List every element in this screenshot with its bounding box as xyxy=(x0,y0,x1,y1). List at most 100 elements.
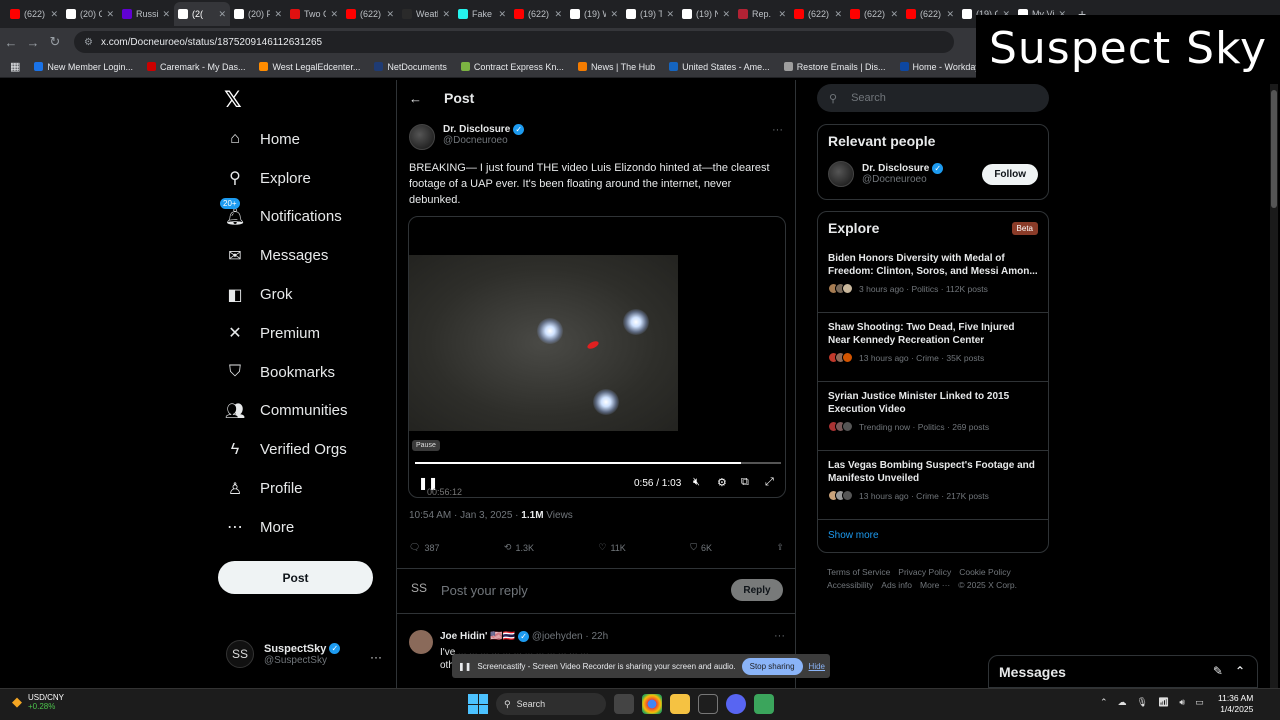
reply-button[interactable]: Reply xyxy=(731,579,783,601)
account-more-icon[interactable]: ··· xyxy=(370,650,382,664)
browser-tab[interactable]: (19) W ✕ xyxy=(566,2,622,26)
video-progress-bar[interactable] xyxy=(415,462,781,464)
close-tab-icon[interactable]: ✕ xyxy=(890,9,898,20)
close-tab-icon[interactable]: ✕ xyxy=(162,9,170,20)
nav-item-verified-orgs[interactable]: ϟ Verified Orgs xyxy=(218,430,398,469)
reply-input[interactable]: Post your reply xyxy=(441,583,528,598)
trend-item[interactable]: Syrian Justice Minister Linked to 2015 E… xyxy=(818,382,1048,451)
address-bar[interactable]: ⚙ x.com/Docneuroeo/status/18752091461126… xyxy=(74,31,954,53)
browser-tab[interactable]: (622) T ✕ xyxy=(510,2,566,26)
close-tab-icon[interactable]: ✕ xyxy=(106,9,114,20)
nav-item-profile[interactable]: ♙ Profile xyxy=(218,469,398,508)
vpn-icon[interactable] xyxy=(754,694,774,714)
browser-tab[interactable]: (622) H ✕ xyxy=(6,2,62,26)
x-logo-icon[interactable]: 𝕏 xyxy=(224,87,242,113)
post-timestamp[interactable]: 10:54 AM · Jan 3, 2025 · xyxy=(409,510,521,521)
trend-item[interactable]: Biden Honors Diversity with Medal of Fre… xyxy=(818,244,1048,313)
close-tab-icon[interactable]: ✕ xyxy=(442,9,450,20)
close-tab-icon[interactable]: ✕ xyxy=(50,9,58,20)
nav-item-messages[interactable]: ✉ Messages xyxy=(218,236,398,275)
nav-item-grok[interactable]: ◧ Grok xyxy=(218,275,398,314)
browser-tab[interactable]: (2(✕ xyxy=(174,2,230,26)
close-tab-icon[interactable]: ✕ xyxy=(778,9,786,20)
windows-start-icon[interactable] xyxy=(468,694,488,714)
nav-item-explore[interactable]: ⚲ Explore xyxy=(218,159,398,198)
scrollbar-thumb[interactable] xyxy=(1271,90,1277,208)
discord-icon[interactable] xyxy=(726,694,746,714)
person-avatar[interactable] xyxy=(828,161,854,187)
reply-author-name[interactable]: Joe Hidin' 🇺🇸🇹🇭 xyxy=(440,631,515,642)
apps-grid-icon[interactable]: ▦ xyxy=(10,60,20,73)
new-message-icon[interactable]: ✎ xyxy=(1213,664,1223,678)
video-player[interactable]: Pause ❚❚ 00:56:12 0:56 / 1:03 🔇︎ ⚙ ⧉ ⤢ xyxy=(408,216,786,498)
pip-icon[interactable]: ⧉ xyxy=(741,476,749,489)
system-clock[interactable]: 11:36 AM 1/4/2025 xyxy=(1218,693,1253,715)
video-frame[interactable] xyxy=(409,255,678,431)
nav-item-home[interactable]: ⌂ Home xyxy=(218,120,398,159)
site-info-icon[interactable]: ⚙ xyxy=(84,37,93,48)
close-tab-icon[interactable]: ✕ xyxy=(610,9,618,20)
task-view-icon[interactable] xyxy=(614,694,634,714)
stop-sharing-button[interactable]: Stop sharing xyxy=(741,657,803,675)
mute-icon[interactable]: 🔇︎ xyxy=(693,476,700,489)
reload-icon[interactable]: ↻ xyxy=(44,34,66,50)
file-explorer-icon[interactable] xyxy=(670,694,690,714)
nav-item-more[interactable]: ⋯ More xyxy=(218,508,398,547)
cloud-icon[interactable]: ☁ xyxy=(1118,697,1127,708)
follow-button[interactable]: Follow xyxy=(982,163,1038,185)
bookmark-item[interactable]: Restore Emails | Dis... xyxy=(783,62,886,72)
footer-link[interactable]: Accessibility xyxy=(827,580,873,590)
person-name[interactable]: Dr. Disclosure xyxy=(862,163,929,174)
close-tab-icon[interactable]: ✕ xyxy=(554,9,562,20)
footer-link[interactable]: Ads info xyxy=(881,580,912,590)
browser-tab[interactable]: (622) H ✕ xyxy=(902,2,958,26)
expand-chevron-icon[interactable]: ⌃ xyxy=(1235,664,1245,678)
relevant-person[interactable]: Dr. Disclosure ✓ @Docneuroeo Follow xyxy=(818,157,1048,191)
fullscreen-icon[interactable]: ⤢ xyxy=(765,476,774,489)
close-tab-icon[interactable]: ✕ xyxy=(722,9,730,20)
close-tab-icon[interactable]: ✕ xyxy=(834,9,842,20)
battery-icon[interactable]: ▭ xyxy=(1195,697,1204,708)
browser-tab[interactable]: Two Cl✕ xyxy=(286,2,342,26)
show-more-link[interactable]: Show more xyxy=(818,520,1048,551)
close-tab-icon[interactable]: ✕ xyxy=(274,9,282,20)
taskbar-search[interactable]: ⚲ Search xyxy=(496,693,606,715)
bookmark-item[interactable]: Contract Express Kn... xyxy=(460,62,564,72)
author-avatar[interactable] xyxy=(409,124,435,150)
browser-tab[interactable]: (19) N ✕ xyxy=(678,2,734,26)
mic-icon[interactable]: 🎙︎ xyxy=(1137,697,1148,708)
browser-tab[interactable]: (622) C ✕ xyxy=(790,2,846,26)
close-tab-icon[interactable]: ✕ xyxy=(498,9,506,20)
repost-action[interactable]: ⟲ 1.3K xyxy=(504,542,534,553)
browser-tab[interactable]: Russia ✕ xyxy=(118,2,174,26)
back-arrow-icon[interactable]: ← xyxy=(409,91,422,106)
reply-action[interactable]: 🗨︎ 387 xyxy=(409,542,439,553)
bookmark-item[interactable]: Caremark - My Das... xyxy=(146,62,245,72)
volume-icon[interactable]: 🔊︎ xyxy=(1179,697,1185,708)
browser-tab[interactable]: Rep. E ✕ xyxy=(734,2,790,26)
like-action[interactable]: ♡ 11K xyxy=(598,542,625,553)
nav-item-communities[interactable]: 👥︎ Communities xyxy=(218,392,398,431)
author-handle[interactable]: @Docneuroeo xyxy=(443,135,524,146)
footer-link[interactable]: Cookie Policy xyxy=(959,567,1011,577)
footer-link[interactable]: Terms of Service xyxy=(827,567,890,577)
close-tab-icon[interactable]: ✕ xyxy=(330,9,338,20)
wifi-icon[interactable]: 📶︎ xyxy=(1158,697,1169,708)
reply-more-icon[interactable]: ··· xyxy=(774,630,785,642)
bookmark-item[interactable]: United States - Ame... xyxy=(669,62,770,72)
bookmark-action[interactable]: ⛉ 6K xyxy=(690,542,712,553)
trend-item[interactable]: Shaw Shooting: Two Dead, Five Injured Ne… xyxy=(818,313,1048,382)
browser-tab[interactable]: Weath ✕ xyxy=(398,2,454,26)
browser-tab[interactable]: (20) Or✕ xyxy=(62,2,118,26)
reply-author-avatar[interactable] xyxy=(409,630,433,654)
nav-item-premium[interactable]: ✕ Premium xyxy=(218,314,398,353)
browser-tab[interactable]: Fake S ✕ xyxy=(454,2,510,26)
nav-item-bookmarks[interactable]: ⛉ Bookmarks xyxy=(218,353,398,392)
close-tab-icon[interactable]: ✕ xyxy=(666,9,674,20)
share-action[interactable]: ⇪ xyxy=(776,542,784,553)
tray-chevron-icon[interactable]: ⌃ xyxy=(1100,697,1108,708)
account-switcher[interactable]: SS SuspectSky ✓ @SuspectSky xyxy=(226,640,386,668)
trend-item[interactable]: Las Vegas Bombing Suspect's Footage and … xyxy=(818,451,1048,520)
stock-ticker-widget[interactable]: ◆ USD/CNY +0.28% xyxy=(12,693,64,711)
bookmark-item[interactable]: New Member Login... xyxy=(34,62,133,72)
